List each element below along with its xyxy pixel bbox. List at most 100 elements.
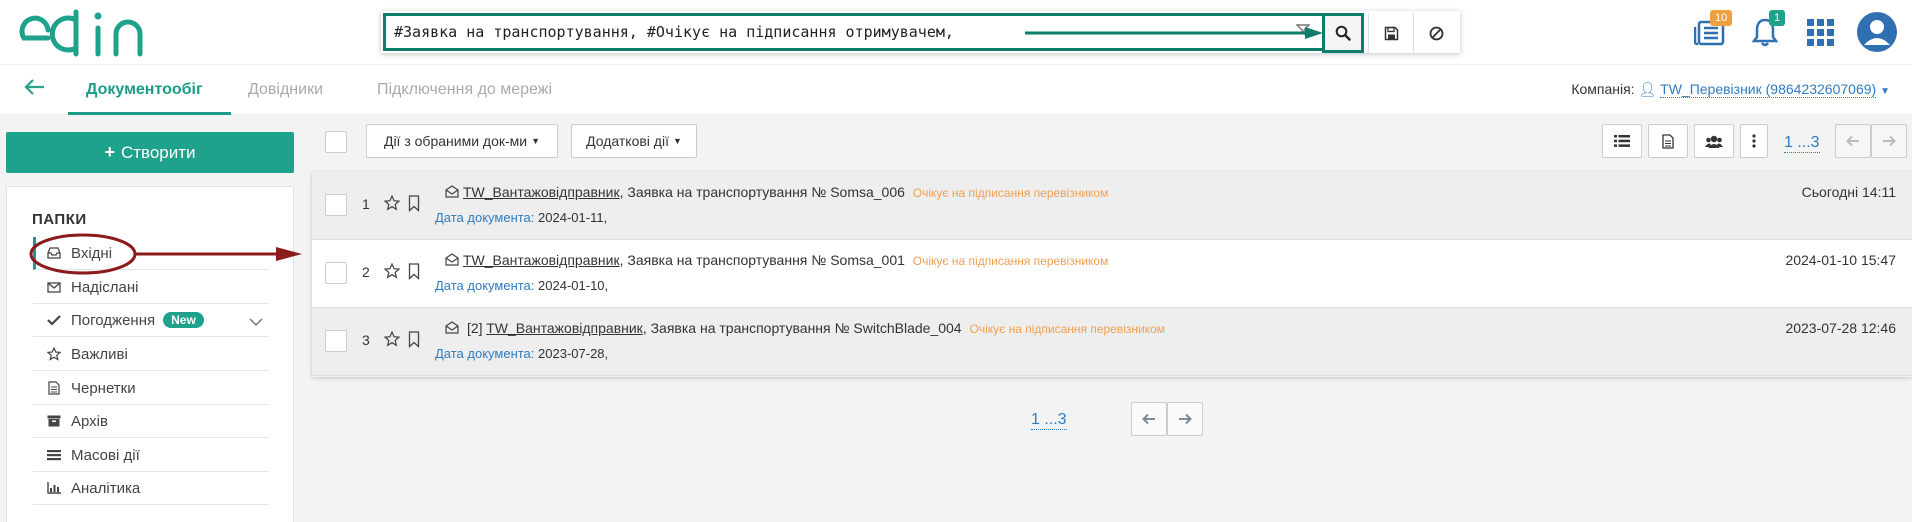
back-arrow-icon[interactable]: [24, 77, 46, 103]
next-page-button[interactable]: [1871, 124, 1907, 158]
tab-network-connection[interactable]: Підключення до мережі: [377, 81, 552, 99]
document-icon: [1662, 133, 1674, 149]
doc-time: 2024-01-10 15:47: [1785, 252, 1896, 268]
list-icon: [45, 449, 63, 461]
pager-bottom[interactable]: 1 ...3: [1031, 411, 1067, 430]
document-view-button[interactable]: [1648, 124, 1688, 158]
document-title-line: TW_Вантажовідправник, Заявка на транспор…: [463, 252, 1108, 268]
doc-date-line: Дата документа: 2023-07-28,: [435, 346, 608, 361]
folder-bulk-actions[interactable]: Масові дії: [33, 439, 269, 472]
file-icon: [45, 381, 63, 395]
folder-label: Надіслані: [71, 278, 139, 296]
document-title-line: TW_Вантажовідправник, Заявка на транспор…: [463, 184, 1108, 200]
group-view-button[interactable]: [1694, 124, 1734, 158]
more-options-button[interactable]: [1740, 124, 1768, 158]
apps-button[interactable]: [1805, 18, 1837, 48]
list-view-button[interactable]: [1602, 124, 1642, 158]
star-icon[interactable]: [383, 330, 401, 351]
arrow-left-icon: [1846, 135, 1859, 147]
reset-search-button[interactable]: [1413, 13, 1458, 53]
bookmark-icon[interactable]: [408, 263, 420, 284]
row-checkbox[interactable]: [325, 194, 347, 216]
document-row[interactable]: 1 TW_Вантажовідправник, Заявка на трансп…: [312, 172, 1912, 240]
check-icon: [45, 314, 63, 326]
bookmark-icon[interactable]: [408, 195, 420, 216]
search-icon: [1335, 25, 1351, 41]
doc-date-line: Дата документа: 2024-01-10,: [435, 278, 608, 293]
chevron-down-icon[interactable]: [249, 314, 263, 331]
doc-date-label: Дата документа:: [435, 346, 535, 361]
search-button[interactable]: [1322, 13, 1364, 53]
notifications-badge: 1: [1769, 10, 1786, 26]
caret-down-icon: ▼: [672, 136, 682, 146]
doc-sender-link[interactable]: TW_Вантажовідправник: [463, 252, 620, 268]
ban-icon: [1429, 26, 1443, 40]
users-icon: [1705, 135, 1723, 148]
star-icon: [45, 347, 63, 361]
caret-down-icon: ▼: [1880, 86, 1890, 97]
document-row[interactable]: 3 [2] TW_Вантажовідправник, Заявка на тр…: [312, 308, 1912, 376]
folder-analytics[interactable]: Аналітика: [33, 472, 269, 505]
doc-status: Очікує на підписання перевізником: [912, 254, 1109, 268]
folder-label: Чернетки: [71, 379, 136, 397]
prev-page-button[interactable]: [1835, 124, 1871, 158]
annotation-inbox-highlight: [29, 233, 302, 275]
folder-label: Важливі: [71, 345, 128, 363]
row-number: 1: [362, 196, 370, 212]
star-icon[interactable]: [383, 262, 401, 283]
folder-archive[interactable]: Архів: [33, 405, 269, 438]
doc-date-value: 2024-01-11,: [538, 210, 608, 225]
star-icon[interactable]: [383, 194, 401, 215]
extra-actions-label: Додаткові дії: [586, 133, 669, 149]
row-checkbox[interactable]: [325, 262, 347, 284]
doc-sender-link[interactable]: TW_Вантажовідправник: [463, 184, 620, 200]
user-icon: [1857, 12, 1897, 52]
folder-drafts[interactable]: Чернетки: [33, 372, 269, 405]
envelope-open-icon: [445, 185, 459, 202]
extra-actions-dropdown[interactable]: Додаткові дії ▼: [571, 124, 697, 158]
row-number: 3: [362, 332, 370, 348]
next-page-button-bottom[interactable]: [1167, 402, 1203, 436]
news-badge: 10: [1710, 10, 1733, 26]
annotation-arrow-search: [1025, 27, 1323, 39]
company-label: Компанія:: [1571, 81, 1635, 97]
tab-directories[interactable]: Довідники: [248, 81, 323, 99]
prev-page-button-bottom[interactable]: [1131, 402, 1167, 436]
select-all-checkbox[interactable]: [325, 131, 347, 153]
document-title-line: [2] TW_Вантажовідправник, Заявка на тран…: [467, 320, 1165, 336]
arrow-right-icon: [1179, 413, 1192, 425]
kebab-menu-icon: [1752, 134, 1756, 148]
folder-important[interactable]: Важливі: [33, 338, 269, 371]
doc-sender-link[interactable]: TW_Вантажовідправник: [486, 320, 643, 336]
row-checkbox[interactable]: [325, 330, 347, 352]
arrow-right-icon: [1883, 135, 1896, 147]
main-nav: Документообіг Довідники Підключення до м…: [0, 64, 1912, 115]
active-tab-underline: [68, 112, 231, 115]
bulk-actions-dropdown[interactable]: Дії з обраними док-ми ▼: [366, 124, 558, 158]
envelope-icon: [45, 281, 63, 293]
caret-down-icon: ▼: [531, 136, 541, 146]
user-menu-button[interactable]: [1856, 11, 1898, 53]
edin-logo[interactable]: [18, 8, 158, 58]
bulk-actions-label: Дії з обраними док-ми: [383, 133, 528, 149]
folder-label: Масові дії: [71, 446, 140, 464]
document-list: 1 TW_Вантажовідправник, Заявка на трансп…: [312, 172, 1912, 377]
folder-approval[interactable]: Погодження New: [33, 304, 269, 337]
document-row[interactable]: 2 TW_Вантажовідправник, Заявка на трансп…: [312, 240, 1912, 308]
doc-time: Сьогодні 14:11: [1801, 184, 1896, 200]
envelope-open-icon: [445, 321, 459, 338]
archive-icon: [45, 415, 63, 427]
folder-label: Архів: [71, 412, 108, 430]
doc-title[interactable]: , Заявка на транспортування № Somsa_006: [620, 184, 905, 200]
doc-title[interactable]: , Заявка на транспортування № SwitchBlad…: [643, 320, 962, 336]
doc-title[interactable]: , Заявка на транспортування № Somsa_001: [620, 252, 905, 268]
create-button[interactable]: + Створити: [6, 132, 294, 173]
save-search-button[interactable]: [1368, 13, 1413, 53]
doc-date-value: 2023-07-28,: [538, 346, 609, 361]
list-view-icon: [1614, 135, 1630, 147]
bookmark-icon[interactable]: [408, 331, 420, 352]
company-value[interactable]: TW_Перевізник (9864232607069): [1660, 81, 1877, 98]
company-selector[interactable]: Компанія: 👤︎ TW_Перевізник (986423260706…: [1571, 81, 1890, 98]
pager-top[interactable]: 1 ...3: [1784, 134, 1820, 153]
tab-document-flow[interactable]: Документообіг: [86, 81, 203, 99]
